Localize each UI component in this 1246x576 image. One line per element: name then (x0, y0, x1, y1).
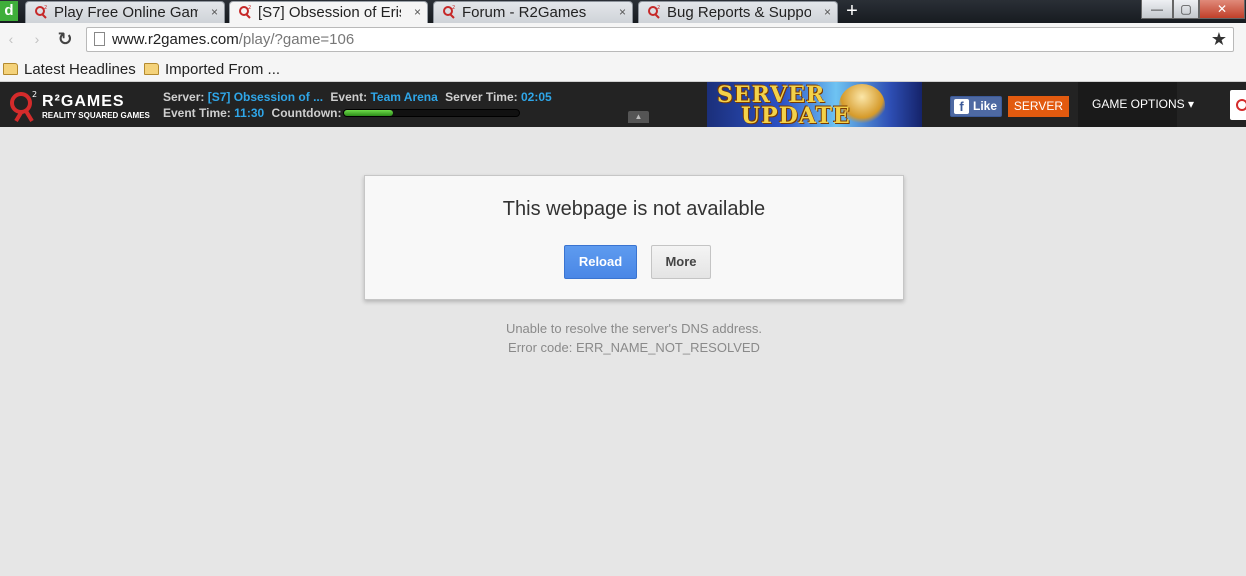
brand-tagline: REALITY SQUARED GAMES (42, 111, 150, 120)
tab-bug-reports[interactable]: 2 Bug Reports & Suppo × (638, 1, 838, 23)
address-bar[interactable]: www.r2games.com/play/?game=106 ★ (86, 27, 1234, 52)
tab-close-icon[interactable]: × (619, 5, 626, 19)
svg-text:2: 2 (44, 5, 47, 11)
tab-title: [S7] Obsession of Eris (258, 4, 401, 21)
game-options-menu[interactable]: GAME OPTIONS ▾ (1078, 82, 1194, 127)
new-tab-button[interactable]: + (841, 0, 863, 22)
svg-text:2: 2 (657, 5, 660, 11)
r2-mini-logo-icon (1236, 99, 1246, 111)
server-time-value: 02:05 (521, 90, 552, 104)
reload-button[interactable]: Reload (564, 245, 637, 279)
window-close-button[interactable]: ✕ (1199, 0, 1245, 19)
bookmark-label: Imported From ... (165, 60, 281, 78)
folder-icon (3, 63, 18, 75)
event-time-value: 11:30 (234, 106, 265, 120)
countdown-label: Countdown: (271, 106, 342, 120)
r2-favicon-icon: 2 (35, 5, 47, 19)
browser-toolbar: ‹ › ↻ www.r2games.com/play/?game=106 ★ (0, 23, 1246, 56)
facebook-icon: f (954, 99, 969, 114)
brand-name: R²GAMES (42, 93, 125, 110)
error-detail-message: Unable to resolve the server's DNS addre… (505, 321, 763, 336)
folder-icon (144, 63, 159, 75)
error-dialog: This webpage is not available Reload Mor… (364, 175, 904, 300)
r2games-logo[interactable]: 2 R²GAMES REALITY SQUARED GAMES (6, 86, 156, 124)
server-button[interactable]: SERVER (1008, 96, 1069, 117)
svg-text:2: 2 (248, 5, 251, 11)
maximize-button[interactable]: ▢ (1173, 0, 1199, 19)
tab-close-icon[interactable]: × (824, 5, 831, 19)
bookmark-latest-headlines[interactable]: Latest Headlines (3, 59, 136, 79)
tab-play-free-online-games[interactable]: 2 Play Free Online Game × (25, 1, 225, 23)
more-button[interactable]: More (651, 245, 711, 279)
url-text[interactable]: www.r2games.com/play/?game=106 (112, 31, 354, 49)
server-update-banner[interactable]: SERVER UPDATE (707, 82, 922, 127)
tab-strip: d 2 Play Free Online Game × 2 [S7] Obses… (0, 0, 1246, 24)
error-title: This webpage is not available (502, 198, 766, 220)
r2-logo-icon: 2 (10, 90, 37, 123)
tab-title: Play Free Online Game (54, 4, 198, 21)
app-icon[interactable]: d (0, 1, 18, 21)
tab-forum-r2games[interactable]: 2 Forum - R2Games × (433, 1, 633, 23)
forward-button[interactable]: › (26, 29, 48, 49)
bookmark-label: Latest Headlines (24, 60, 136, 78)
server-info: Server: [S7] Obsession of ... Event: Tea… (163, 90, 552, 104)
svg-text:2: 2 (452, 5, 455, 11)
banner-text-line2: UPDATE (741, 103, 851, 127)
minimize-button[interactable]: — (1141, 0, 1173, 19)
bookmark-star-icon[interactable]: ★ (1211, 29, 1227, 49)
event-label: Event: (330, 90, 368, 104)
bookmarks-bar: Latest Headlines Imported From ... (0, 56, 1246, 82)
r2-favicon-icon: 2 (648, 5, 660, 19)
r2-favicon-icon: 2 (443, 5, 455, 19)
tab-title: Forum - R2Games (462, 4, 587, 21)
tab-title: Bug Reports & Suppo (667, 4, 811, 21)
facebook-like-button[interactable]: f Like (950, 96, 1002, 117)
event-time-info: Event Time: 11:30 Countdown: (163, 106, 342, 120)
tab-obsession-of-eris[interactable]: 2 [S7] Obsession of Eris × (229, 1, 428, 24)
server-time-label: Server Time: (445, 90, 518, 104)
countdown-bar (343, 109, 520, 117)
back-button[interactable]: ‹ (0, 29, 22, 49)
server-value[interactable]: [S7] Obsession of ... (208, 90, 323, 104)
bookmark-imported-from[interactable]: Imported From ... (144, 59, 280, 79)
svg-text:2: 2 (32, 90, 37, 99)
r2-side-logo-icon[interactable] (1230, 90, 1246, 120)
collapse-header-button[interactable]: ▲ (628, 111, 649, 123)
page-icon (94, 32, 105, 46)
reload-icon[interactable]: ↻ (54, 29, 76, 49)
server-label: Server: (163, 90, 205, 104)
r2-favicon-icon: 2 (239, 5, 251, 19)
error-code: Error code: ERR_NAME_NOT_RESOLVED (508, 340, 760, 355)
tab-close-icon[interactable]: × (414, 5, 421, 19)
countdown-fill (344, 110, 393, 116)
tab-close-icon[interactable]: × (211, 5, 218, 19)
url-host: www.r2games.com (112, 31, 239, 48)
event-time-label: Event Time: (163, 106, 231, 120)
window-controls: — ▢ ✕ (1141, 0, 1245, 20)
like-label: Like (973, 99, 998, 113)
event-value: Team Arena (370, 90, 438, 104)
url-path: /play/?game=106 (238, 31, 355, 48)
